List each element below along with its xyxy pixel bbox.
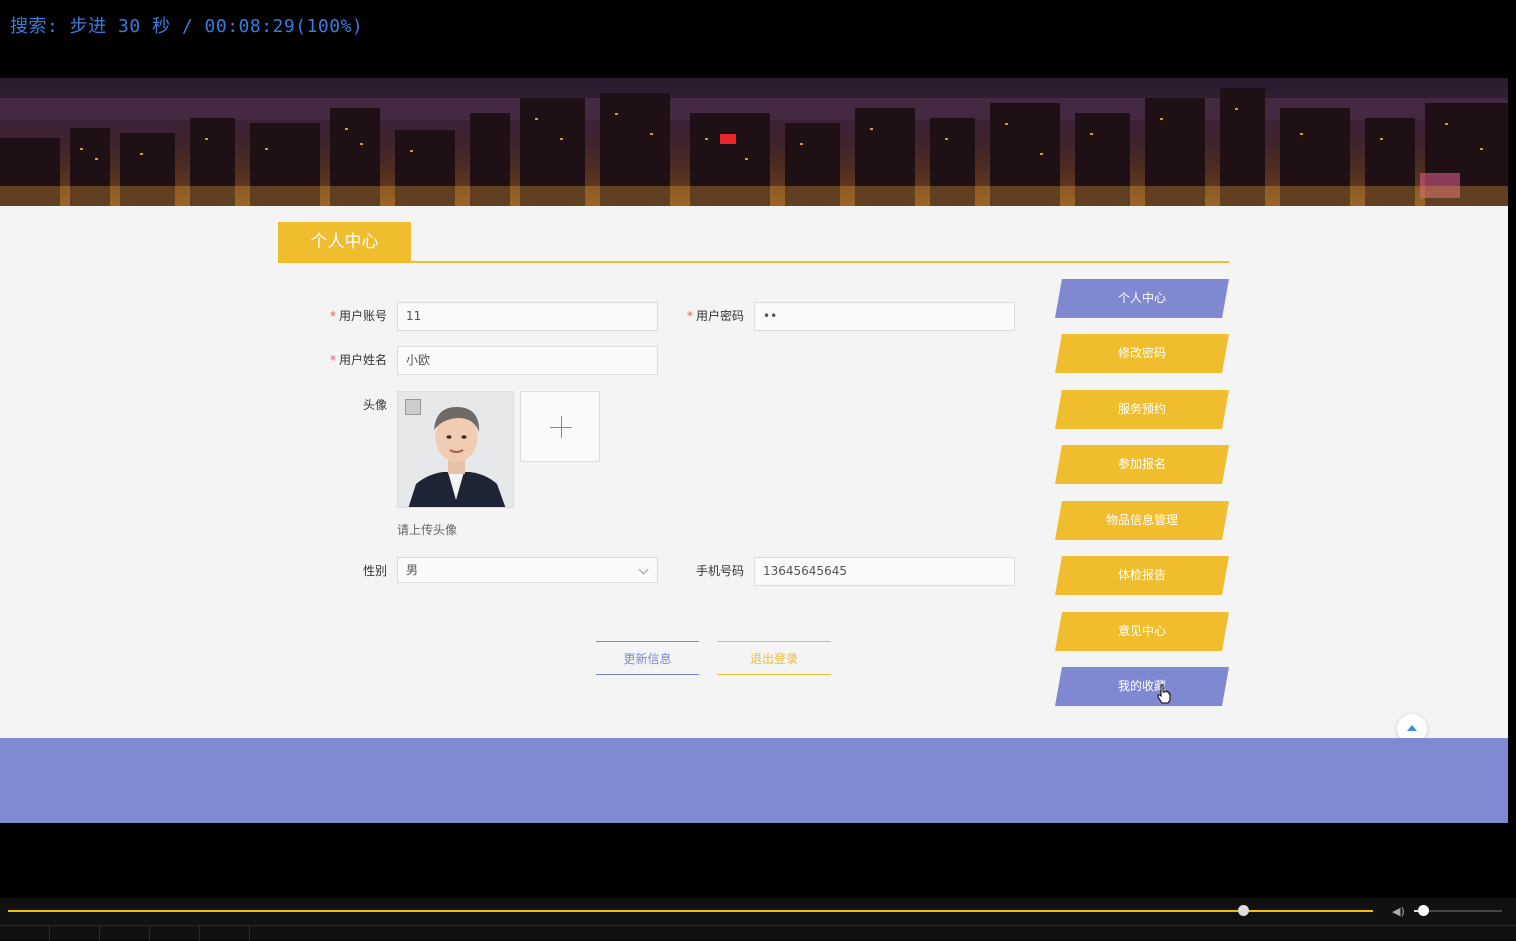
sidebar-item-feedback[interactable]: 意见中心 [1055,612,1229,651]
phone-label: 手机号码 [695,564,744,578]
player-osd-text: 搜索: 步进 30 秒 / 00:08:29(100%) [10,16,364,37]
name-input[interactable]: 小欧 [397,346,658,375]
phone-input[interactable]: 13645645645 [754,557,1015,586]
sidebar-item-service-booking[interactable]: 服务预约 [1055,390,1229,429]
gender-selected-value: 男 [406,563,419,577]
avatar-upload-button[interactable] [520,391,600,462]
update-info-button[interactable]: 更新信息 [596,641,699,675]
sidebar-item-item-management[interactable]: 物品信息管理 [1055,501,1229,540]
page-footer [0,738,1508,823]
player-slot[interactable] [0,926,50,941]
name-label: * 用户姓名 [329,353,387,367]
seek-bar[interactable] [8,910,1373,912]
volume-icon[interactable]: ◀) [1392,905,1405,918]
password-input[interactable]: •• [754,302,1015,331]
password-label: * 用户密码 [686,309,744,323]
player-slot[interactable] [150,926,200,941]
player-slot[interactable] [50,926,100,941]
sidebar-item-favorites[interactable]: 我的收藏 [1055,667,1229,706]
player-bottom-bar [0,925,1516,941]
gender-label: 性别 [362,564,387,578]
avatar-image[interactable] [397,391,514,508]
sidebar-item-health-report[interactable]: 体检报告 [1055,556,1229,595]
player-slot[interactable] [200,926,250,941]
avatar-hint: 请上传头像 [397,523,458,537]
section-title: 个人中心 [278,222,411,263]
video-player-controls: ◀) [0,898,1516,941]
player-slot[interactable] [100,926,150,941]
section-header: 个人中心 [278,222,1229,263]
sidebar-item-profile[interactable]: 个人中心 [1055,279,1229,318]
account-label: * 用户账号 [329,309,387,323]
image-select-icon[interactable] [405,399,421,415]
account-input[interactable]: 11 [397,302,658,331]
gender-select[interactable]: 男 [397,557,658,583]
avatar-label: 头像 [362,398,387,412]
pointer-cursor-icon [1157,684,1171,704]
chevron-down-icon [638,564,649,575]
sidebar-item-registration[interactable]: 参加报名 [1055,445,1229,484]
volume-knob[interactable] [1417,905,1429,916]
logout-button[interactable]: 退出登录 [717,641,831,675]
city-night-banner [0,78,1508,206]
sidebar-item-change-password[interactable]: 修改密码 [1055,334,1229,373]
seek-knob[interactable] [1238,905,1250,916]
browser-viewport: 个人中心 * 用户账号 11 * 用户密码 •• * 用户姓名 小欧 头像 请上传头像… [0,78,1508,823]
